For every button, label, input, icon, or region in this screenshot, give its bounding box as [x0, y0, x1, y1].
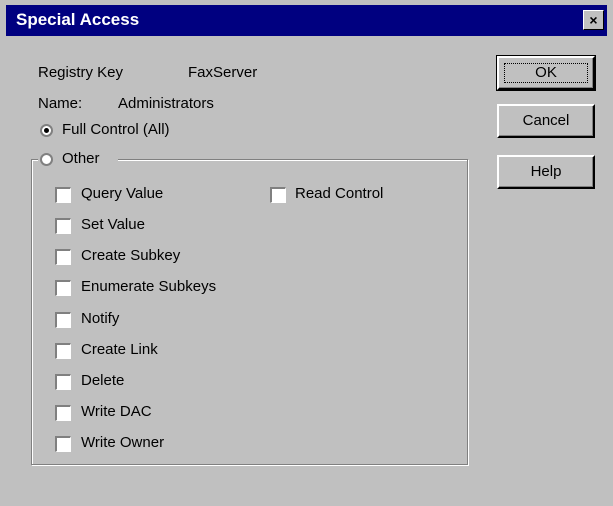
notify-checkbox[interactable]: [55, 312, 71, 328]
enumerate-subkeys-label: Enumerate Subkeys: [81, 278, 217, 295]
enumerate-subkeys-checkbox[interactable]: [55, 280, 71, 296]
full-control-radio[interactable]: [40, 124, 53, 137]
read-control-label: Read Control: [295, 185, 384, 202]
notify-label: Notify: [81, 310, 120, 327]
ok-button-label: OK: [504, 63, 588, 83]
create-subkey-label: Create Subkey: [81, 247, 181, 264]
other-radio[interactable]: [40, 153, 53, 166]
registry-key-label: Registry Key: [38, 64, 124, 81]
write-owner-label: Write Owner: [81, 434, 165, 451]
set-value-checkbox[interactable]: [55, 218, 71, 234]
title-bar[interactable]: Special Access ×: [6, 5, 607, 36]
query-value-label: Query Value: [81, 185, 164, 202]
name-label: Name:: [38, 95, 83, 112]
read-control-checkbox[interactable]: [270, 187, 286, 203]
name-value: Administrators: [118, 95, 214, 112]
write-dac-label: Write DAC: [81, 403, 152, 420]
write-dac-checkbox[interactable]: [55, 405, 71, 421]
window-title: Special Access: [16, 10, 140, 29]
ok-button[interactable]: OK: [496, 55, 596, 91]
help-button[interactable]: Help: [497, 155, 595, 189]
close-icon[interactable]: ×: [583, 10, 604, 30]
create-link-label: Create Link: [81, 341, 158, 358]
write-owner-checkbox[interactable]: [55, 436, 71, 452]
full-control-label[interactable]: Full Control (All): [62, 121, 170, 138]
delete-label: Delete: [81, 372, 125, 389]
cancel-button[interactable]: Cancel: [497, 104, 595, 138]
registry-key-value: FaxServer: [188, 64, 258, 81]
create-subkey-checkbox[interactable]: [55, 249, 71, 265]
radio-selected-dot: [44, 128, 49, 133]
query-value-checkbox[interactable]: [55, 187, 71, 203]
special-access-dialog: Special Access × Registry Key FaxServer …: [0, 0, 613, 506]
create-link-checkbox[interactable]: [55, 343, 71, 359]
other-label[interactable]: Other: [62, 150, 100, 167]
set-value-label: Set Value: [81, 216, 145, 233]
delete-checkbox[interactable]: [55, 374, 71, 390]
